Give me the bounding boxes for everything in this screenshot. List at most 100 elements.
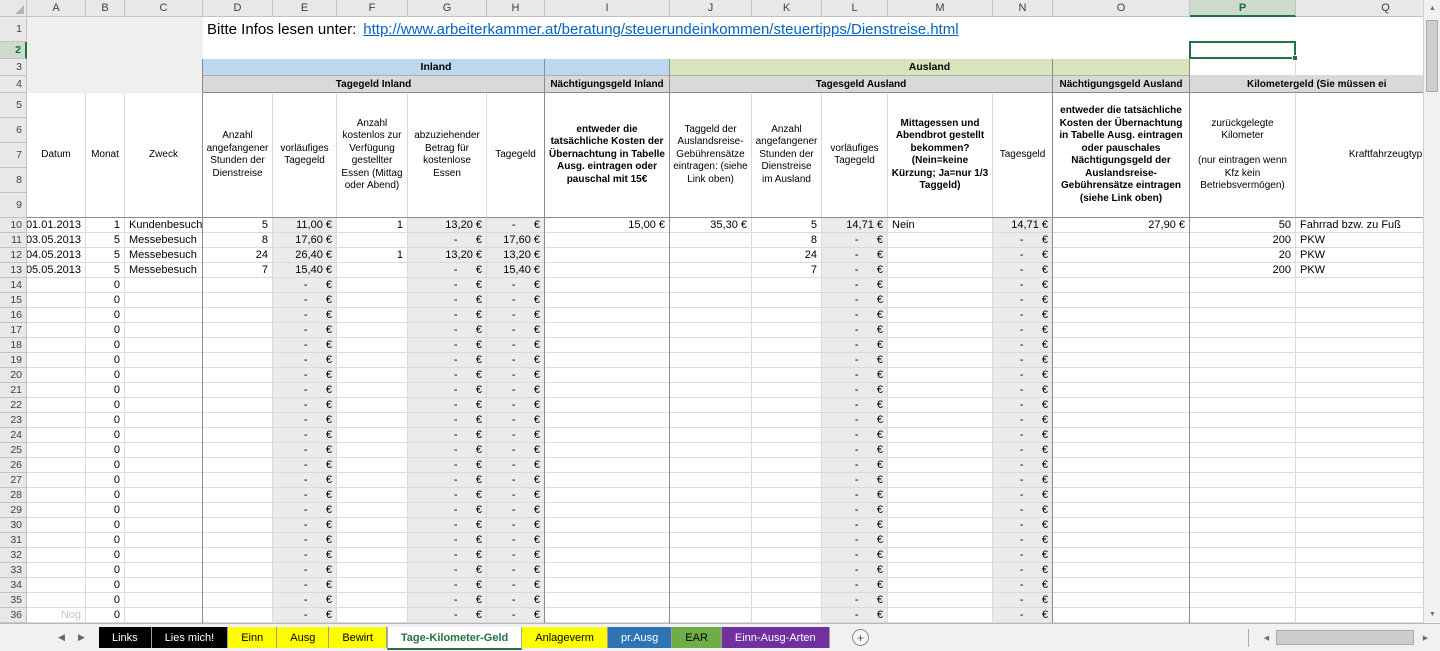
cell-Q21[interactable] (1296, 383, 1423, 398)
cell-F12[interactable]: 1 (337, 248, 408, 263)
cell-D31[interactable] (203, 533, 273, 548)
cell-M21[interactable] (888, 383, 993, 398)
cell-I26[interactable] (545, 458, 670, 473)
cell-L36[interactable]: - € (822, 608, 888, 623)
cell-H18[interactable]: - € (487, 338, 545, 353)
cell-K11[interactable]: 8 (752, 233, 822, 248)
cell-O31[interactable] (1053, 533, 1190, 548)
cell-I29[interactable] (545, 503, 670, 518)
cell-Q20[interactable] (1296, 368, 1423, 383)
cell-O29[interactable] (1053, 503, 1190, 518)
cell-L35[interactable]: - € (822, 593, 888, 608)
cell-G11[interactable]: - € (408, 233, 487, 248)
group-header[interactable]: Nächtigungsgeld Ausland (1053, 76, 1190, 93)
cell-E14[interactable]: - € (273, 278, 337, 293)
cell-E21[interactable]: - € (273, 383, 337, 398)
cell-O35[interactable] (1053, 593, 1190, 608)
cell-J32[interactable] (670, 548, 752, 563)
row-header-4[interactable]: 4 (0, 76, 27, 93)
cell-E16[interactable]: - € (273, 308, 337, 323)
row-header-26[interactable]: 26 (0, 458, 27, 473)
cell-E32[interactable]: - € (273, 548, 337, 563)
row-header-23[interactable]: 23 (0, 413, 27, 428)
cell-J19[interactable] (670, 353, 752, 368)
cell-G18[interactable]: - € (408, 338, 487, 353)
column-label-E[interactable]: vorläufiges Tagegeld (273, 93, 337, 218)
cell-M23[interactable] (888, 413, 993, 428)
cell-H10[interactable]: - € (487, 218, 545, 233)
group-header[interactable]: Tagegeld Inland (203, 76, 545, 93)
cell-P14[interactable] (1190, 278, 1296, 293)
cell-I24[interactable] (545, 428, 670, 443)
column-label-J[interactable]: Taggeld der Auslandsreise-Gebührensätze … (670, 93, 752, 218)
column-header-B[interactable]: B (86, 0, 125, 17)
cell-L15[interactable]: - € (822, 293, 888, 308)
cell-M29[interactable] (888, 503, 993, 518)
cell-L24[interactable]: - € (822, 428, 888, 443)
column-label-B[interactable]: Monat (86, 93, 125, 218)
row-header-33[interactable]: 33 (0, 563, 27, 578)
cell-N17[interactable]: - € (993, 323, 1053, 338)
cell-Q16[interactable] (1296, 308, 1423, 323)
column-header-A[interactable]: A (27, 0, 86, 17)
cell-F10[interactable]: 1 (337, 218, 408, 233)
tab-scroll-right-icon[interactable]: ▶ (78, 632, 85, 643)
cell-Q24[interactable] (1296, 428, 1423, 443)
cell-H11[interactable]: 17,60 € (487, 233, 545, 248)
cell-G29[interactable]: - € (408, 503, 487, 518)
cell-F27[interactable] (337, 473, 408, 488)
cell-B31[interactable]: 0 (86, 533, 125, 548)
cell-L23[interactable]: - € (822, 413, 888, 428)
sheet-tab-lies-mich-[interactable]: Lies mich! (152, 627, 229, 648)
cell-Q10[interactable]: Fahrrad bzw. zu Fuß (1296, 218, 1423, 233)
cell-L12[interactable]: - € (822, 248, 888, 263)
row-header-34[interactable]: 34 (0, 578, 27, 593)
cell-Q18[interactable] (1296, 338, 1423, 353)
row-header-15[interactable]: 15 (0, 293, 27, 308)
cell-A28[interactable] (27, 488, 86, 503)
cell-N22[interactable]: - € (993, 398, 1053, 413)
cell-G21[interactable]: - € (408, 383, 487, 398)
row-header-1[interactable]: 1 (0, 17, 27, 42)
cell-Q30[interactable] (1296, 518, 1423, 533)
cell-G28[interactable]: - € (408, 488, 487, 503)
cell-L27[interactable]: - € (822, 473, 888, 488)
cell-M16[interactable] (888, 308, 993, 323)
cell-I10[interactable]: 15,00 € (545, 218, 670, 233)
cell-C23[interactable] (125, 413, 203, 428)
row-header-9[interactable]: 9 (0, 193, 27, 218)
cell-I11[interactable] (545, 233, 670, 248)
cell-L33[interactable]: - € (822, 563, 888, 578)
cell-B16[interactable]: 0 (86, 308, 125, 323)
sheet-tab-bewirt[interactable]: Bewirt (329, 627, 387, 648)
cell-D29[interactable] (203, 503, 273, 518)
cell-D24[interactable] (203, 428, 273, 443)
cell-N11[interactable]: - € (993, 233, 1053, 248)
cell-I23[interactable] (545, 413, 670, 428)
cell-M35[interactable] (888, 593, 993, 608)
cell-G12[interactable]: 13,20 € (408, 248, 487, 263)
cell-D17[interactable] (203, 323, 273, 338)
cell-J23[interactable] (670, 413, 752, 428)
cell-Q23[interactable] (1296, 413, 1423, 428)
cell-G30[interactable]: - € (408, 518, 487, 533)
cell-B35[interactable]: 0 (86, 593, 125, 608)
cell-B11[interactable]: 5 (86, 233, 125, 248)
cell-F32[interactable] (337, 548, 408, 563)
row-header-17[interactable]: 17 (0, 323, 27, 338)
cell-P16[interactable] (1190, 308, 1296, 323)
cell-M19[interactable] (888, 353, 993, 368)
cell-H30[interactable]: - € (487, 518, 545, 533)
cell-D32[interactable] (203, 548, 273, 563)
info-link[interactable]: http://www.arbeiterkammer.at/beratung/st… (363, 21, 958, 38)
cell-F13[interactable] (337, 263, 408, 278)
cell-L14[interactable]: - € (822, 278, 888, 293)
cell-N36[interactable]: - € (993, 608, 1053, 623)
cell-I35[interactable] (545, 593, 670, 608)
cell-J34[interactable] (670, 578, 752, 593)
cell-F25[interactable] (337, 443, 408, 458)
cell-K10[interactable]: 5 (752, 218, 822, 233)
cell-A13[interactable]: 05.05.2013 (27, 263, 86, 278)
cell-C34[interactable] (125, 578, 203, 593)
cell-L21[interactable]: - € (822, 383, 888, 398)
